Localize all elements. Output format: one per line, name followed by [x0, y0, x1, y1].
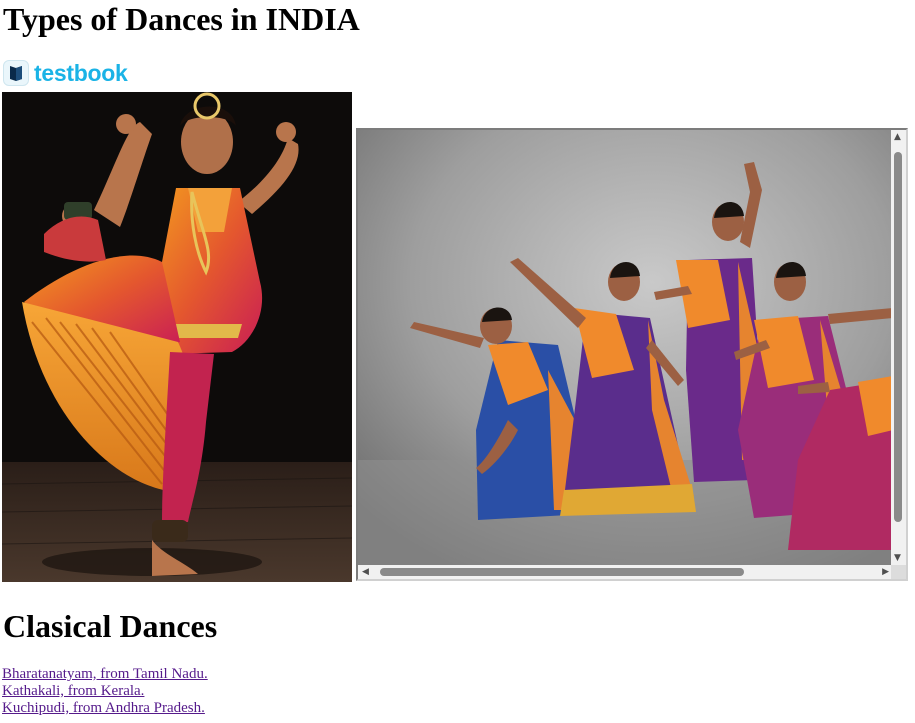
- scroll-up-icon[interactable]: ▲: [894, 132, 901, 142]
- testbook-logo[interactable]: testbook: [3, 59, 128, 87]
- bharatanatyam-solo-dancer-photo: [2, 92, 352, 582]
- list-item: Bharatanatyam, from Tamil Nadu.: [2, 666, 208, 683]
- group-of-dancers-photo: [358, 130, 893, 565]
- logo-wordmark: testbook: [34, 59, 128, 86]
- scroll-down-icon[interactable]: ▼: [894, 553, 901, 563]
- list-item: Kuchipudi, from Andhra Pradesh.: [2, 700, 208, 717]
- scroll-right-icon[interactable]: ▶: [882, 567, 889, 577]
- horizontal-scrollbar[interactable]: ◀ ▶: [358, 565, 893, 579]
- page-title: Types of Dances in INDIA: [3, 1, 360, 37]
- dance-link-kathakali[interactable]: Kathakali, from Kerala.: [2, 683, 144, 699]
- dance-link-kuchipudi[interactable]: Kuchipudi, from Andhra Pradesh.: [2, 700, 205, 716]
- list-item: Kathakali, from Kerala.: [2, 683, 208, 700]
- horizontal-scroll-thumb[interactable]: [380, 568, 744, 576]
- vertical-scroll-thumb[interactable]: [894, 152, 902, 522]
- embedded-image-frame[interactable]: ▲ ▼ ◀ ▶: [356, 128, 908, 581]
- dance-link-bharatanatyam[interactable]: Bharatanatyam, from Tamil Nadu.: [2, 666, 208, 682]
- dance-list: Bharatanatyam, from Tamil Nadu. Kathakal…: [2, 666, 208, 717]
- scroll-left-icon[interactable]: ◀: [362, 567, 369, 577]
- scrollbar-corner: [891, 565, 906, 579]
- section-heading: Clasical Dances: [3, 608, 218, 644]
- testbook-logo-icon: [3, 60, 29, 86]
- vertical-scrollbar[interactable]: ▲ ▼: [891, 130, 906, 565]
